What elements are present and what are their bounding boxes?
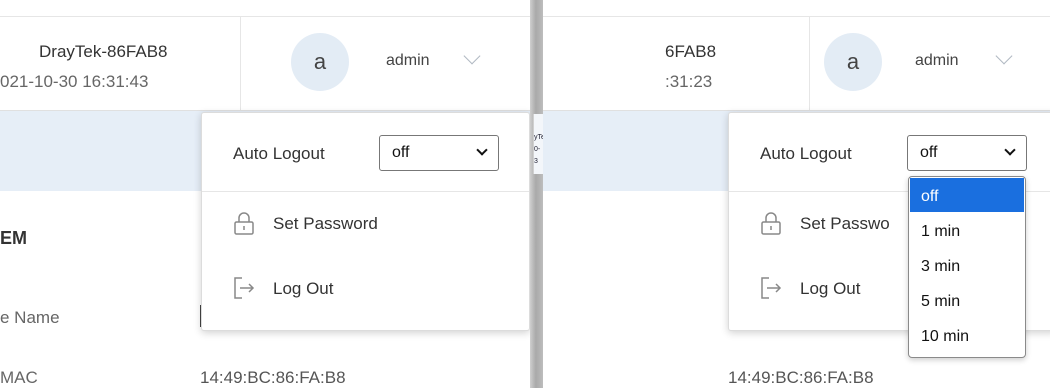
select-option[interactable]: off xyxy=(910,178,1024,212)
set-password-label: Set Passwo xyxy=(800,214,890,233)
auto-logout-selected-value: off xyxy=(392,144,410,161)
select-option[interactable]: 1 min xyxy=(910,213,1024,247)
left-screenshot-panel: DrayTek-86FAB8 021-10-30 16:31:43 a admi… xyxy=(0,0,530,388)
auto-logout-options-list: off 1 min 3 min 5 min 10 min xyxy=(908,176,1026,358)
auto-logout-selected-value: off xyxy=(920,144,938,161)
chevron-down-icon[interactable] xyxy=(463,47,481,65)
username[interactable]: admin xyxy=(915,52,959,70)
header-bottom-border xyxy=(0,110,530,111)
mini-window-line-1: yTe xyxy=(534,134,543,141)
select-caret-icon xyxy=(476,144,488,156)
mac-value: 14:49:BC:86:FA:B8 xyxy=(200,368,346,387)
device-datetime: :31:23 xyxy=(665,72,713,91)
log-out-item[interactable]: Log Out xyxy=(202,257,529,319)
mini-window-line-2: 0-3 xyxy=(534,146,541,165)
select-option[interactable]: 5 min xyxy=(910,283,1024,317)
device-datetime: 021-10-30 16:31:43 xyxy=(0,72,149,91)
log-out-label: Log Out xyxy=(800,279,861,298)
set-password-label: Set Password xyxy=(273,214,378,233)
header-separator xyxy=(809,17,810,110)
auto-logout-select[interactable]: off xyxy=(907,135,1027,171)
panel-divider xyxy=(530,0,543,388)
device-name-label: e Name xyxy=(0,308,60,327)
auto-logout-row: Auto Logout off xyxy=(202,113,529,191)
header-top-border xyxy=(543,16,1050,17)
avatar[interactable]: a xyxy=(824,33,882,91)
logout-icon xyxy=(761,277,782,299)
lock-icon xyxy=(761,212,781,235)
mac-label: MAC xyxy=(0,368,38,387)
right-screenshot-panel: 6FAB8 :31:23 a admin 14:49:BC:86:FA:B8 A… xyxy=(543,0,1050,388)
logout-icon xyxy=(234,277,255,299)
header-bottom-border xyxy=(543,110,1050,111)
select-option[interactable]: 3 min xyxy=(910,248,1024,282)
device-name: DrayTek-86FAB8 xyxy=(39,42,168,61)
header-top-border xyxy=(0,16,530,17)
section-title: EM xyxy=(0,228,27,248)
mac-value: 14:49:BC:86:FA:B8 xyxy=(728,368,874,387)
select-caret-icon xyxy=(1004,144,1016,156)
select-option[interactable]: 10 min xyxy=(910,318,1024,352)
chevron-down-icon[interactable] xyxy=(995,47,1013,65)
user-menu-dropdown: Auto Logout off Set Password Log Out xyxy=(201,112,530,331)
header-separator xyxy=(240,17,241,110)
auto-logout-select[interactable]: off xyxy=(379,135,499,171)
auto-logout-label: Auto Logout xyxy=(233,144,325,163)
auto-logout-label: Auto Logout xyxy=(760,144,852,163)
device-name: 6FAB8 xyxy=(665,42,717,61)
avatar[interactable]: a xyxy=(291,33,349,91)
log-out-label: Log Out xyxy=(273,279,334,298)
mini-window-thumbnail: yTe 0-3 xyxy=(533,114,543,174)
username[interactable]: admin xyxy=(386,52,430,70)
set-password-item[interactable]: Set Password xyxy=(202,192,529,254)
lock-icon xyxy=(234,212,254,235)
